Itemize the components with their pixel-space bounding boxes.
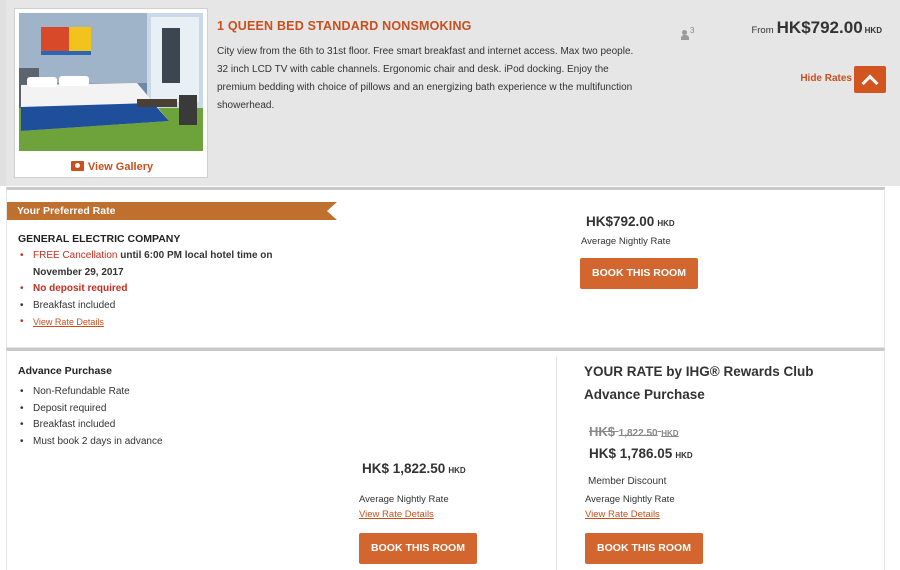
camera-icon <box>70 161 84 171</box>
advance-purchase-benefits: Non-Refundable Rate Deposit required Bre… <box>20 384 163 451</box>
view-rate-details-link[interactable]: View Rate Details <box>585 509 660 520</box>
room-photo-card: View Gallery <box>14 8 208 178</box>
ihg-price-currency: HKD <box>675 451 693 460</box>
room-title[interactable]: 1 QUEEN BED STANDARD NONSMOKING <box>217 19 472 33</box>
preferred-price-amount: HK$792.00 <box>586 214 655 229</box>
company-name: GENERAL ELECTRIC COMPANY <box>18 233 181 245</box>
room-description: City view from the 6th to 31st floor. Fr… <box>217 46 634 111</box>
preferred-price-currency: HKD <box>657 219 675 228</box>
ihg-rewards-title: YOUR RATE by IHG® Rewards Club Advance P… <box>584 364 814 402</box>
avg-nightly-rate-label: Average Nightly Rate <box>581 236 671 247</box>
list-item: Must book 2 days in advance <box>20 434 162 451</box>
room-photo[interactable] <box>19 13 203 151</box>
list-item: FREE Cancellation until 6:00 PM local ho… <box>20 248 333 281</box>
free-cancellation-text: FREE Cancellation <box>33 250 118 261</box>
preferred-rate-ribbon: Your Preferred Rate <box>7 202 337 220</box>
avg-nightly-rate-label: Average Nightly Rate <box>585 494 675 505</box>
strike-currency: HKD <box>661 429 679 438</box>
hide-rates-button[interactable] <box>854 66 886 93</box>
list-item: Breakfast included <box>20 298 333 315</box>
room-photo-illustration <box>19 13 203 151</box>
person-icon <box>681 30 689 40</box>
view-rate-details-link[interactable]: View Rate Details <box>33 317 104 327</box>
advance-price-currency: HKD <box>448 466 466 475</box>
room-header: View Gallery 1 QUEEN BED STANDARD NONSMO… <box>0 0 900 186</box>
cancellation-deadline-text: until 6:00 PM local hotel time on <box>117 250 273 261</box>
column-divider <box>556 357 557 570</box>
hide-rates-label[interactable]: Hide Rates <box>800 73 852 84</box>
strike-prefix: HK$ <box>589 424 616 439</box>
ihg-price-amount: HK$ 1,786.05 <box>589 446 673 461</box>
from-price: From HK$792.00 HKD <box>751 18 882 38</box>
book-room-button-advance[interactable]: BOOK THIS ROOM <box>359 533 477 564</box>
list-item: Non-Refundable Rate <box>20 384 163 401</box>
strike-amount: 1,822.50 <box>618 428 658 439</box>
advance-purchase-panel: Advance Purchase Non-Refundable Rate Dep… <box>6 348 885 570</box>
view-rate-details-link[interactable]: View Rate Details <box>359 509 434 520</box>
list-item: Deposit required <box>20 401 163 418</box>
max-occupancy: 3 <box>681 26 694 41</box>
no-deposit-text: No deposit required <box>33 283 128 294</box>
advance-price-amount: HK$ 1,822.50 <box>362 461 446 476</box>
view-gallery-label: View Gallery <box>87 161 154 173</box>
cancellation-date-text: November 29, 2017 <box>33 266 124 278</box>
from-price-currency: HKD <box>864 26 882 35</box>
preferred-rate-panel: Your Preferred Rate GENERAL ELECTRIC COM… <box>6 187 885 348</box>
book-room-button-ihg[interactable]: BOOK THIS ROOM <box>585 533 703 564</box>
preferred-rate-price: HK$792.00 HKD <box>586 214 675 229</box>
preferred-rate-benefits: FREE Cancellation until 6:00 PM local ho… <box>20 248 333 332</box>
breakfast-text: Breakfast included <box>33 299 116 311</box>
list-item: View Rate Details <box>20 314 333 332</box>
original-price-strikethrough: HK$ 1,822.50 HKD <box>589 424 679 439</box>
advance-purchase-price: HK$ 1,822.50 HKD <box>362 461 466 476</box>
occupancy-count: 3 <box>690 26 695 35</box>
advance-purchase-title: Advance Purchase <box>18 365 112 377</box>
view-gallery-link[interactable]: View Gallery <box>15 161 209 173</box>
list-item: No deposit required <box>20 281 333 298</box>
from-label: From <box>751 25 774 36</box>
member-discount-label: Member Discount <box>588 476 667 487</box>
from-price-amount: HK$792.00 <box>776 18 863 37</box>
book-room-button-preferred[interactable]: BOOK THIS ROOM <box>580 258 698 289</box>
list-item: Breakfast included <box>20 417 163 434</box>
ihg-rewards-price: HK$ 1,786.05 HKD <box>589 446 693 461</box>
avg-nightly-rate-label: Average Nightly Rate <box>359 494 449 505</box>
